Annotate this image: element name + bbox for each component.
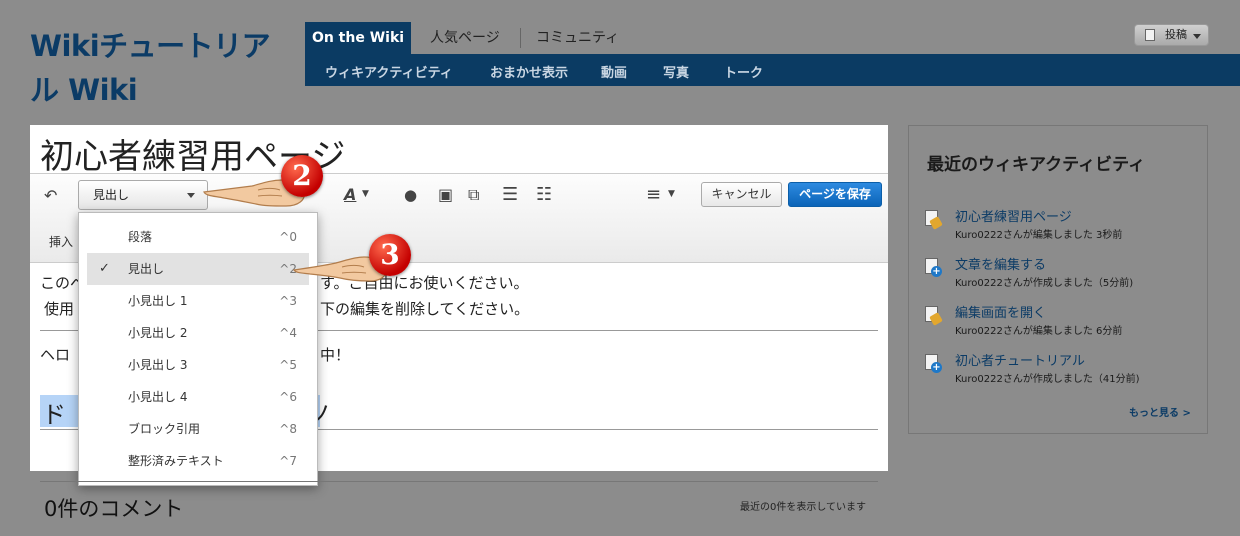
save-page-button[interactable]: ページを保存 bbox=[788, 182, 882, 207]
menu-item-preformatted[interactable]: 整形済みテキスト ^7 bbox=[87, 445, 309, 477]
post-button-label: 投稿 bbox=[1165, 28, 1187, 41]
comments-title: 0件のコメント bbox=[44, 497, 184, 521]
image-icon[interactable]: ▣ bbox=[438, 187, 453, 203]
tab-on-the-wiki[interactable]: On the Wiki bbox=[305, 22, 411, 54]
insert-menu[interactable]: 挿入 bbox=[49, 233, 73, 250]
menu-item-subheading-4[interactable]: 小見出し 4 ^6 bbox=[87, 381, 309, 413]
bullet-list-icon[interactable]: ☰ bbox=[502, 186, 518, 204]
shortcut-label: ^3 bbox=[279, 294, 297, 308]
sidebar-title: 最近のウィキアクティビティ bbox=[927, 155, 1146, 175]
activity-meta: Kuro0222さんが編集しました 3秒前 bbox=[955, 230, 1123, 241]
see-more-link[interactable]: もっと見る > bbox=[1129, 404, 1191, 419]
menu-item-paragraph[interactable]: 段落 ^0 bbox=[87, 221, 309, 253]
post-button[interactable]: 投稿 bbox=[1134, 24, 1209, 46]
new-page-icon: + bbox=[925, 258, 942, 277]
subnav-videos[interactable]: 動画 bbox=[601, 62, 627, 81]
align-icon[interactable]: ≡ bbox=[646, 186, 661, 204]
menu-item-subheading-1[interactable]: 小見出し 1 ^3 bbox=[87, 285, 309, 317]
activity-meta: Kuro0222さんが作成しました（41分前) bbox=[955, 374, 1140, 385]
comments-note: 最近の0件を表示しています bbox=[740, 502, 867, 513]
wiki-title[interactable]: Wikiチュートリアル Wiki bbox=[30, 24, 290, 112]
format-select[interactable]: 見出し bbox=[78, 180, 208, 210]
video-icon[interactable]: ● bbox=[404, 188, 417, 203]
recent-activity-panel: 最近のウィキアクティビティ 初心者練習用ページ Kuro0222さんが編集しまし… bbox=[908, 125, 1208, 434]
activity-link[interactable]: 編集画面を開く bbox=[955, 302, 1046, 321]
step-2-badge: 2 bbox=[281, 155, 323, 197]
gallery-icon[interactable]: ⧉ bbox=[468, 187, 479, 203]
shortcut-label: ^6 bbox=[279, 390, 297, 404]
tab-popular-pages[interactable]: 人気ページ bbox=[430, 22, 500, 54]
new-page-icon: + bbox=[925, 354, 942, 373]
edit-page-icon bbox=[925, 210, 943, 230]
shortcut-label: ^7 bbox=[279, 454, 297, 468]
activity-meta: Kuro0222さんが編集しました 6分前 bbox=[955, 326, 1123, 337]
menu-item-label: 小見出し 3 bbox=[128, 358, 188, 372]
menu-item-label: ブロック引用 bbox=[128, 422, 201, 436]
activity-link[interactable]: 文章を編集する bbox=[955, 254, 1046, 273]
menu-item-label: 段落 bbox=[128, 230, 153, 244]
format-select-value: 見出し bbox=[93, 188, 130, 202]
activity-meta: Kuro0222さんが作成しました（5分前) bbox=[955, 278, 1134, 289]
subnav-photos[interactable]: 写真 bbox=[663, 62, 689, 81]
divider bbox=[40, 481, 878, 482]
body-text[interactable]: 中！ bbox=[320, 344, 350, 365]
nav-divider bbox=[520, 28, 521, 48]
chevron-down-icon bbox=[1193, 34, 1201, 39]
shortcut-label: ^5 bbox=[279, 358, 297, 372]
chevron-down-icon[interactable]: ▼ bbox=[362, 190, 369, 199]
format-dropdown-menu: 段落 ^0 ✓ 見出し ^2 小見出し 1 ^3 小見出し 2 ^4 小見出し … bbox=[78, 212, 318, 486]
activity-link[interactable]: 初心者練習用ページ bbox=[955, 206, 1072, 225]
menu-item-label: 見出し bbox=[128, 262, 165, 276]
tab-community[interactable]: コミュニティ bbox=[536, 22, 619, 54]
undo-icon[interactable]: ↶ bbox=[44, 188, 57, 204]
numbered-list-icon[interactable]: ☷ bbox=[536, 186, 552, 204]
menu-item-label: 小見出し 1 bbox=[128, 294, 188, 308]
step-3-badge: 3 bbox=[369, 234, 411, 276]
subnav-wiki-activity[interactable]: ウィキアクティビティ bbox=[325, 62, 453, 81]
menu-item-label: 小見出し 4 bbox=[128, 390, 188, 404]
body-text[interactable]: 下の編集を削除してください。 bbox=[320, 298, 529, 319]
body-text[interactable]: ヘロ bbox=[40, 344, 70, 365]
text-color-icon[interactable]: A bbox=[344, 187, 356, 203]
subnav-random[interactable]: おまかせ表示 bbox=[490, 62, 568, 81]
body-text[interactable]: 使用 bbox=[44, 298, 74, 319]
menu-item-label: 整形済みテキスト bbox=[128, 454, 224, 468]
cancel-button[interactable]: キャンセル bbox=[701, 182, 782, 207]
chevron-down-icon[interactable]: ▼ bbox=[668, 190, 675, 199]
shortcut-label: ^4 bbox=[279, 326, 297, 340]
checkmark-icon: ✓ bbox=[99, 261, 110, 276]
menu-item-subheading-2[interactable]: 小見出し 2 ^4 bbox=[87, 317, 309, 349]
document-icon bbox=[1145, 29, 1155, 41]
menu-item-heading[interactable]: ✓ 見出し ^2 bbox=[87, 253, 309, 285]
edit-page-icon bbox=[925, 306, 943, 326]
chevron-down-icon bbox=[187, 193, 195, 198]
subnav-talk[interactable]: トーク bbox=[724, 62, 763, 81]
menu-item-blockquote[interactable]: ブロック引用 ^8 bbox=[87, 413, 309, 445]
menu-item-label: 小見出し 2 bbox=[128, 326, 188, 340]
shortcut-label: ^8 bbox=[279, 422, 297, 436]
activity-link[interactable]: 初心者チュートリアル bbox=[955, 350, 1085, 369]
selected-heading-text[interactable]: ド bbox=[42, 395, 66, 430]
menu-item-subheading-3[interactable]: 小見出し 3 ^5 bbox=[87, 349, 309, 381]
